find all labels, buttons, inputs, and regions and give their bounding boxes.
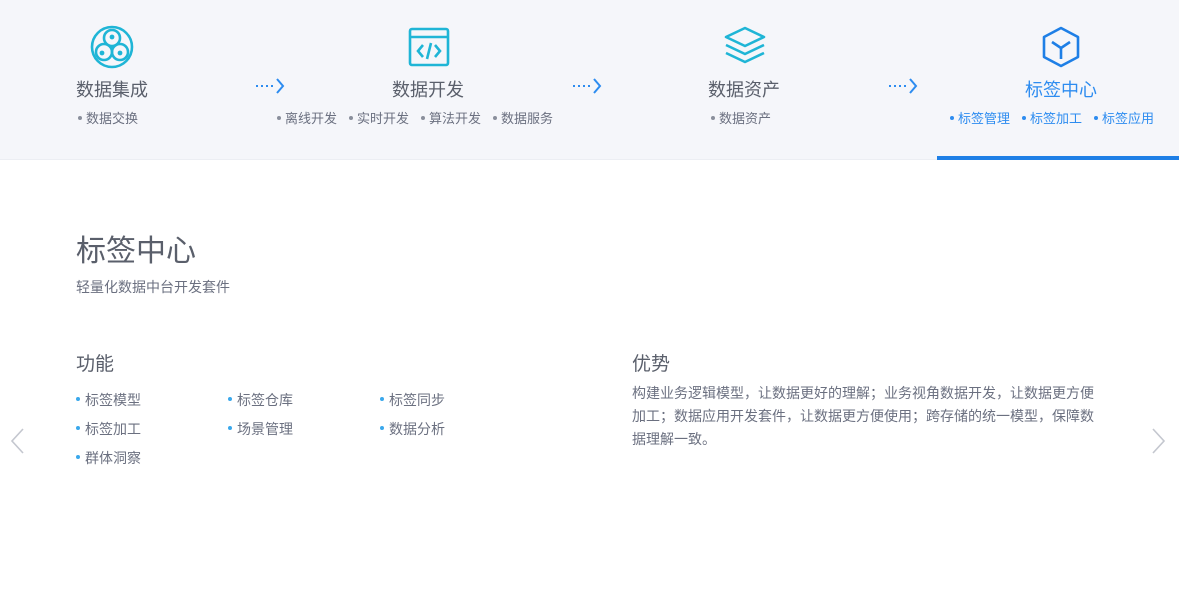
step-title: 数据开发 [392, 80, 464, 101]
step-sub-item[interactable]: 标签加工 [1022, 108, 1082, 127]
features-heading: 功能 [76, 353, 115, 375]
feature-item: 标签加工 [76, 421, 228, 440]
advantages-heading: 优势 [632, 353, 671, 375]
code-window-icon [406, 24, 452, 70]
layers-stack-icon [722, 24, 768, 70]
chevron-left-icon[interactable] [8, 426, 28, 456]
step-sub-item[interactable]: 标签应用 [1094, 108, 1154, 127]
active-tab-indicator [937, 156, 1179, 160]
advantages-text: 构建业务逻辑模型，让数据更好的理解；业务视角数据开发，让数据更方便加工；数据应用… [632, 386, 1094, 448]
feature-item: 群体洞察 [76, 450, 228, 469]
step-sub-item[interactable]: 实时开发 [349, 108, 409, 127]
step-sub-item[interactable]: 数据交换 [78, 108, 138, 127]
flow-arrow-icon [888, 76, 918, 96]
feature-item: 数据分析 [380, 421, 496, 440]
flow-arrow-icon [572, 76, 602, 96]
step-title: 数据集成 [76, 80, 148, 101]
chevron-right-icon[interactable] [1148, 426, 1168, 456]
flow-arrow-icon [255, 76, 285, 96]
steps-bar: 数据集成 数据交换 数据开发 离线开发 实时开发 算法开发 数据服务 数据资产 … [0, 0, 1179, 160]
feature-item: 标签同步 [380, 392, 496, 411]
step-subs: 标签管理 标签加工 标签应用 [950, 108, 1166, 127]
step-title: 数据资产 [708, 80, 780, 101]
feature-item: 标签仓库 [228, 392, 380, 411]
step-sub-item[interactable]: 数据服务 [493, 108, 553, 127]
step-title: 标签中心 [1025, 80, 1097, 101]
cube-icon [1038, 24, 1084, 70]
feature-item: 标签模型 [76, 392, 228, 411]
step-subs: 数据资产 [711, 108, 783, 127]
features-list: 标签模型 标签仓库 标签同步 标签加工 场景管理 数据分析 群体洞察 [76, 392, 496, 469]
step-subs: 离线开发 实时开发 算法开发 数据服务 [277, 108, 565, 127]
feature-item: 场景管理 [228, 421, 380, 440]
step-sub-item[interactable]: 离线开发 [277, 108, 337, 127]
page-subtitle: 轻量化数据中台开发套件 [76, 280, 230, 296]
step-sub-item[interactable]: 标签管理 [950, 108, 1010, 127]
step-sub-item[interactable]: 数据资产 [711, 108, 771, 127]
step-subs: 数据交换 [78, 108, 150, 127]
page-title: 标签中心 [76, 234, 196, 269]
network-circles-icon [89, 24, 135, 70]
step-sub-item[interactable]: 算法开发 [421, 108, 481, 127]
